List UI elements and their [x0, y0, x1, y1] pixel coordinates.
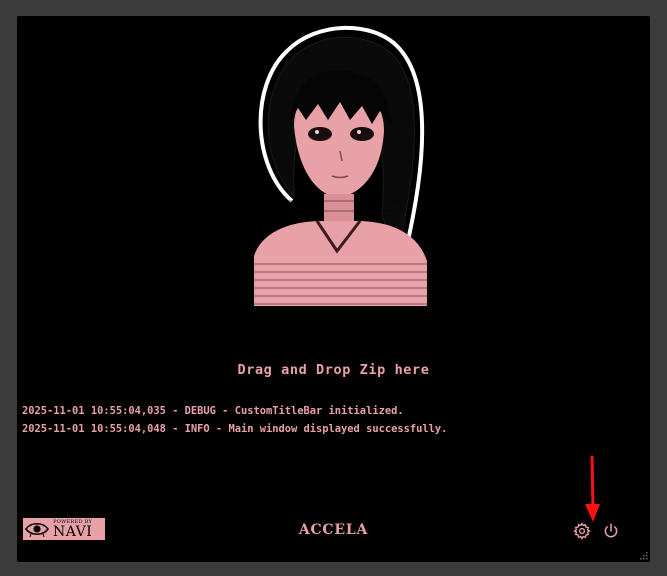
power-icon [604, 523, 618, 538]
log-output: 2025-11-01 10:55:04,035 - DEBUG - Custom… [22, 402, 642, 438]
portrait-illustration [252, 25, 432, 316]
resize-grip-icon[interactable] [638, 550, 648, 560]
log-line: 2025-11-01 10:55:04,035 - DEBUG - Custom… [22, 405, 404, 417]
annotation-arrow-icon [585, 456, 600, 522]
power-button[interactable] [600, 520, 622, 542]
dropzone-label[interactable]: Drag and Drop Zip here [17, 362, 650, 378]
app-title: ACCELA [298, 522, 369, 538]
app-window: Drag and Drop Zip here 2025-11-01 10:55:… [17, 16, 650, 562]
log-line: 2025-11-01 10:55:04,048 - INFO - Main wi… [22, 423, 448, 435]
